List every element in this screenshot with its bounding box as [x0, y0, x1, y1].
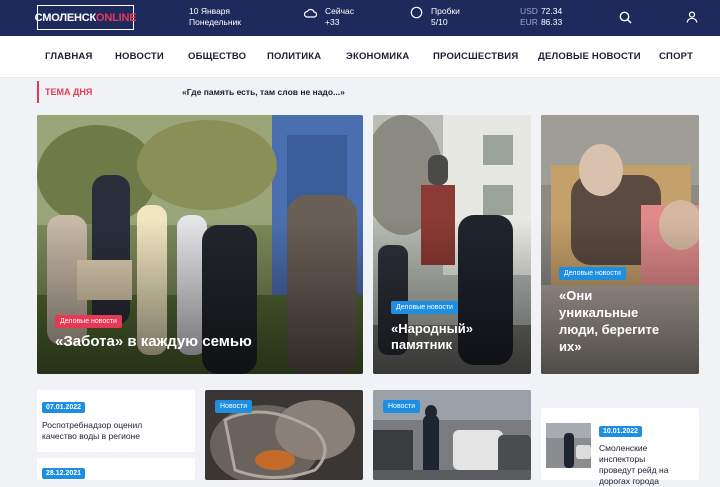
nav-item-news[interactable]: НОВОСТИ — [115, 51, 164, 62]
traffic-widget[interactable]: Пробки 5/10 — [410, 6, 460, 28]
featured-title-2-line1: «Народный» — [391, 321, 473, 336]
featured-title-3-line2: уникальные — [559, 305, 639, 320]
nav-item-incidents[interactable]: ПРОИСШЕСТВИЯ — [433, 51, 518, 62]
side-news-item[interactable]: 10.01.2022 Смоленские инспекторы проведу… — [541, 408, 699, 486]
usd-key: USD — [520, 6, 538, 16]
photo-card-1-badge[interactable]: Новости — [215, 400, 253, 413]
featured-badge-3[interactable]: Деловые новости — [559, 267, 626, 280]
featured-card-2[interactable]: Деловые новости «Народный» памятник — [373, 115, 531, 374]
featured-title-3-line1: «Они — [559, 288, 593, 303]
featured-title-3-line4: их» — [559, 339, 582, 354]
news-item-1-title-line1: Роспотребнадзор оценил — [42, 420, 143, 430]
side-news-title: Смоленские инспекторы проведут рейд на д… — [599, 443, 668, 487]
weather-label: Сейчас — [325, 6, 355, 16]
traffic-label: Пробки — [431, 6, 460, 16]
featured-title-3-line3: люди, берегите — [559, 322, 660, 337]
site-logo[interactable]: СМОЛЕНСК ONLINE — [34, 5, 137, 30]
topic-of-day: ТЕМА ДНЯ «Где память есть, там слов не н… — [37, 78, 720, 106]
side-news-title-line1: Смоленские — [599, 443, 648, 453]
topic-accent-bar — [37, 81, 39, 103]
news-item-1-title: Роспотребнадзор оценил качество воды в р… — [42, 420, 142, 442]
current-date: 10 Января Понедельник — [189, 6, 241, 28]
news-item-2[interactable]: 28.12.2021 — [37, 458, 195, 480]
eur-key: EUR — [520, 17, 538, 27]
top-bar: СМОЛЕНСК ONLINE 10 Января Понедельник Сей… — [0, 0, 720, 36]
photo-card-1[interactable]: Новости — [205, 390, 363, 480]
nav-item-economy[interactable]: ЭКОНОМИКА — [346, 51, 409, 62]
search-icon[interactable] — [617, 9, 633, 25]
news-item-1-date: 07.01.2022 — [42, 402, 86, 413]
nav-item-politics[interactable]: ПОЛИТИКА — [267, 51, 321, 62]
side-news-title-line2: инспекторы — [599, 454, 646, 464]
news-item-1[interactable]: 07.01.2022 Роспотребнадзор оценил качест… — [37, 390, 195, 452]
user-icon[interactable] — [684, 9, 700, 25]
nav-item-business[interactable]: ДЕЛОВЫЕ НОВОСТИ — [538, 51, 641, 62]
date-weekday: Понедельник — [189, 17, 242, 27]
featured-card-1[interactable]: Деловые новости «Забота» в каждую семью — [37, 115, 363, 374]
nav-item-sport[interactable]: СПОРТ — [659, 51, 693, 62]
logo-part2: ONLINE — [95, 11, 137, 24]
nav-item-home[interactable]: ГЛАВНАЯ — [45, 51, 93, 62]
featured-title-2-line2: памятник — [391, 337, 453, 352]
featured-badge-2[interactable]: Деловые новости — [391, 301, 458, 314]
weather-value: +33 — [325, 17, 340, 27]
featured-badge-1[interactable]: Деловые новости — [55, 315, 122, 328]
eur-rate: 86.33 — [540, 17, 563, 27]
topic-label: ТЕМА ДНЯ — [45, 87, 93, 97]
side-news-title-line4: дорогах города — [599, 476, 659, 486]
side-news-date: 10.01.2022 — [599, 426, 643, 437]
nav-item-society[interactable]: ОБЩЕСТВО — [188, 51, 246, 62]
news-item-2-date: 28.12.2021 — [42, 468, 86, 479]
topic-link[interactable]: «Где память есть, там слов не надо...» — [182, 87, 345, 97]
featured-title-1[interactable]: «Забота» в каждую семью — [55, 333, 252, 350]
photo-card-2-badge[interactable]: Новости — [383, 400, 421, 413]
currency-rates: USD 72.34 EUR 86.33 — [520, 6, 562, 28]
featured-title-2[interactable]: «Народный» памятник — [391, 321, 473, 353]
usd-rate: 72.34 — [540, 6, 563, 16]
cloud-icon — [303, 6, 318, 28]
date-day: 10 Января — [189, 6, 231, 16]
traffic-value: 5/10 — [431, 17, 448, 27]
side-news-title-line3: проведут рейд на — [599, 465, 669, 475]
featured-title-3[interactable]: «Они уникальные люди, берегите их» — [559, 287, 659, 355]
logo-part1: СМОЛЕНСК — [34, 11, 97, 24]
weather-widget[interactable]: Сейчас +33 — [303, 6, 354, 28]
featured-shade-1 — [37, 218, 363, 374]
photo-card-2[interactable]: Новости — [373, 390, 531, 480]
news-item-1-title-line2: качество воды в регионе — [42, 431, 140, 441]
featured-card-3[interactable]: Деловые новости «Они уникальные люди, бе… — [541, 115, 699, 374]
traffic-circle-icon — [410, 6, 423, 28]
main-nav: ГЛАВНАЯ НОВОСТИ ОБЩЕСТВО ПОЛИТИКА ЭКОНОМ… — [0, 36, 720, 78]
side-news-thumb — [546, 423, 591, 468]
